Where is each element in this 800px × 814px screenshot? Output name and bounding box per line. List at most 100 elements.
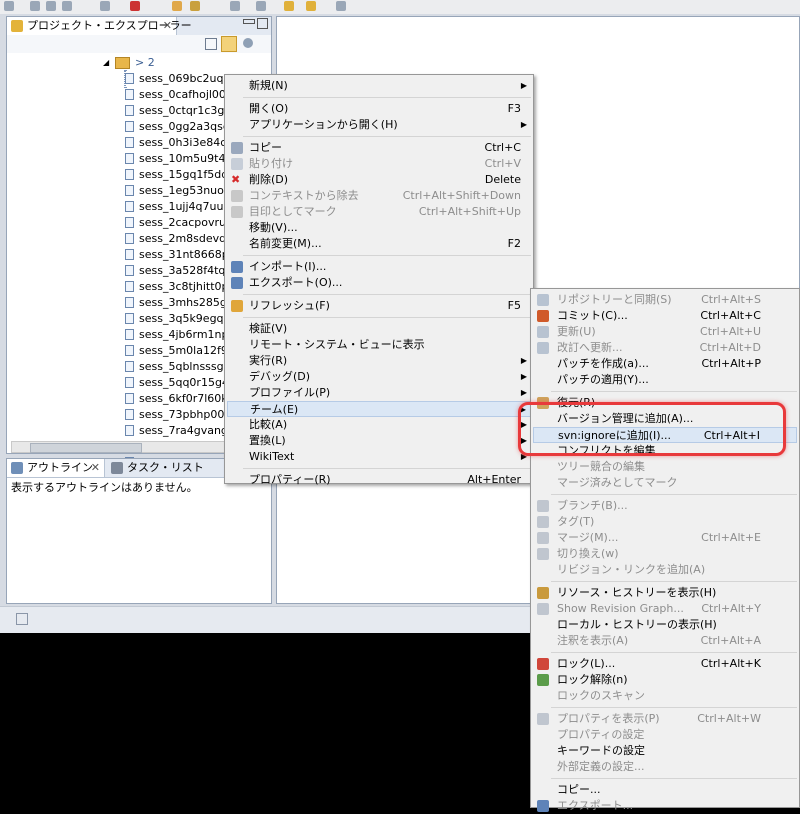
menu-item[interactable]: 貼り付け Ctrl+V [227,156,531,172]
menu-item[interactable]: コピー... [533,782,797,798]
menu-item[interactable]: 更新(U) Ctrl+Alt+U [533,324,797,340]
menu-item[interactable]: リビジョン・リンクを追加(A) [533,562,797,578]
menu-item[interactable]: タグ(T) [533,514,797,530]
menu-item[interactable]: 切り換え(w) [533,546,797,562]
scrollbar-thumb[interactable] [30,443,142,453]
menu-item-label: ロック(L)... [557,657,616,670]
menu-item[interactable]: エクスポート... [533,798,797,814]
new-icon[interactable] [4,1,14,11]
expand-icon[interactable]: ◢ [103,55,109,71]
file-icon [125,393,134,404]
open-folder-icon[interactable] [172,1,182,11]
menu-item[interactable]: プロパティの設定 [533,727,797,743]
tab-project-explorer[interactable]: プロジェクト・エクスプローラー ✕ [7,17,192,35]
close-icon[interactable]: ✕ [163,17,172,35]
minimize-icon[interactable] [243,19,255,24]
edit-icon[interactable] [230,1,240,11]
terminal-icon[interactable] [100,1,110,11]
menu-item[interactable]: ブランチ(B)... [533,498,797,514]
tab-outline[interactable]: アウトライン ✕ [7,459,105,477]
menu-item[interactable]: アプリケーションから開く(H) ▶ [227,117,531,133]
menu-item[interactable]: リポジトリーと同期(S) Ctrl+Alt+S [533,292,797,308]
menu-item-label: 検証(V) [249,322,288,335]
menu-item[interactable]: 目印としてマーク Ctrl+Alt+Shift+Up [227,204,531,220]
history-icon [537,587,549,599]
menu-item[interactable]: ✖ 削除(D) Delete [227,172,531,188]
menu-item-accelerator: Ctrl+Alt+E [701,531,761,544]
menu-item-label: 切り換え(w) [557,547,619,560]
menu-item[interactable]: WikiText ▶ [227,449,531,465]
menu-item-label: 実行(R) [249,354,288,367]
menu-item[interactable]: マージ(M)... Ctrl+Alt+E [533,530,797,546]
menu-item[interactable]: 実行(R) ▶ [227,353,531,369]
link-editor-icon[interactable] [221,36,237,52]
file-icon [125,329,134,340]
next-icon[interactable] [336,1,346,11]
menu-item[interactable]: ロック(L)... Ctrl+Alt+K [533,656,797,672]
menu-item[interactable]: リソース・ヒストリーを表示(H) [533,585,797,601]
menu-item[interactable]: Show Revision Graph... Ctrl+Alt+Y [533,601,797,617]
menu-item[interactable]: パッチを作成(a)... Ctrl+Alt+P [533,356,797,372]
menu-item-accelerator: Ctrl+Alt+U [700,325,761,338]
nav-icon[interactable] [256,1,266,11]
file-icon [125,281,134,292]
menu-item[interactable]: チーム(E) ▶ [227,401,531,417]
run-icon[interactable] [130,1,140,11]
menu-item-label: リフレッシュ(F) [249,299,330,312]
menu-item[interactable]: インポート(I)... [227,259,531,275]
menu-item[interactable]: コンテキストから除去 Ctrl+Alt+Shift+Down [227,188,531,204]
file-icon [125,409,134,420]
menu-item[interactable]: エクスポート(O)... [227,275,531,291]
menu-item[interactable]: 比較(A) ▶ [227,417,531,433]
menu-item[interactable]: ツリー競合の編集 [533,459,797,475]
fast-view-icon[interactable] [16,613,28,625]
menu-item[interactable]: 移動(V)... [227,220,531,236]
menu-item[interactable]: コミット(C)... Ctrl+Alt+C [533,308,797,324]
menu-item[interactable]: 改訂へ更新... Ctrl+Alt+D [533,340,797,356]
menu-item[interactable]: 開く(O) F3 [227,101,531,117]
menu-item-label: コンテキストから除去 [249,189,359,202]
menu-item[interactable]: 新規(N) ▶ [227,78,531,94]
tools-icon[interactable] [190,1,200,11]
save-all-icon[interactable] [46,1,56,11]
merge-icon [537,532,549,544]
menu-item[interactable]: リフレッシュ(F) F5 [227,298,531,314]
file-icon [125,361,134,372]
print-icon[interactable] [62,1,72,11]
menu-item[interactable]: 注釈を表示(A) Ctrl+Alt+A [533,633,797,649]
menu-item[interactable]: マージ済みとしてマーク [533,475,797,491]
maximize-icon[interactable] [257,18,268,29]
menu-item[interactable]: プロファイル(P) ▶ [227,385,531,401]
menu-item[interactable]: ロックのスキャン [533,688,797,704]
tab-tasks[interactable]: タスク・リスト [107,459,217,477]
properties-icon [537,713,549,725]
menu-item-accelerator: Ctrl+Alt+Shift+Up [418,205,521,218]
folder-label: > 2 [135,56,155,69]
menu-item[interactable]: キーワードの設定 [533,743,797,759]
menu-item[interactable]: 置換(L) ▶ [227,433,531,449]
menu-item[interactable]: プロパティー(R) Alt+Enter [227,472,531,488]
menu-separator [243,255,531,256]
menu-item[interactable]: リモート・システム・ビューに表示 [227,337,531,353]
menu-item[interactable]: プロパティを表示(P) Ctrl+Alt+W [533,711,797,727]
back-icon[interactable] [284,1,294,11]
outline-empty-message: 表示するアウトラインはありません。 [11,481,198,494]
menu-item[interactable]: ロック解除(n) [533,672,797,688]
menu-item[interactable]: パッチの適用(Y)... [533,372,797,388]
save-icon[interactable] [30,1,40,11]
highlight-annotation [518,402,786,456]
menu-item[interactable]: 外部定義の設定... [533,759,797,775]
menu-item[interactable]: デバッグ(D) ▶ [227,369,531,385]
close-icon[interactable]: ✕ [91,459,100,477]
menu-item-label: マージ済みとしてマーク [557,476,678,489]
menu-item[interactable]: ローカル・ヒストリーの表示(H) [533,617,797,633]
view-menu-icon[interactable] [243,38,253,48]
file-icon [125,201,134,212]
forward-icon[interactable] [306,1,316,11]
menu-item[interactable]: 名前変更(M)... F2 [227,236,531,252]
menu-item-label: キーワードの設定 [557,744,645,757]
menu-item[interactable]: 検証(V) [227,321,531,337]
collapse-all-icon[interactable] [205,38,217,50]
menu-item[interactable]: コピー Ctrl+C [227,140,531,156]
horizontal-scrollbar[interactable] [11,441,241,453]
